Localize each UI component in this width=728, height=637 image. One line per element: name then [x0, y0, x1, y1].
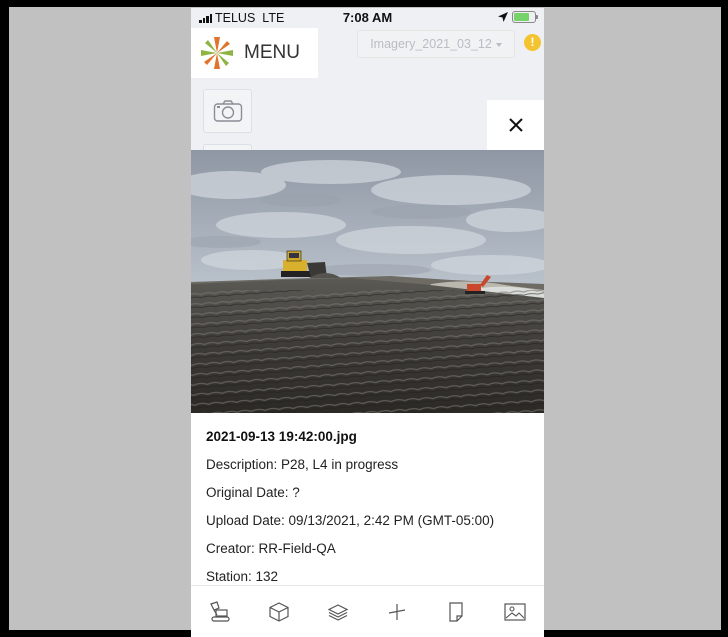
3d-view-button[interactable]	[265, 598, 293, 626]
image-icon	[503, 603, 526, 621]
measure-icon	[388, 604, 406, 620]
location-arrow-icon	[498, 12, 508, 22]
menu-label: MENU	[244, 42, 300, 63]
status-bar: TELUS LTE 7:08 AM	[191, 8, 544, 28]
document-icon	[449, 602, 463, 622]
imagery-select[interactable]: Imagery_2021_03_12	[357, 30, 515, 58]
photo-original-date: Original Date: ?	[206, 485, 300, 500]
layers-button[interactable]	[324, 598, 352, 626]
caret-down-icon	[495, 43, 502, 47]
site-photo-image	[191, 150, 544, 413]
photo-popup: 2021-09-13 19:42:00.jpg Description: P28…	[191, 150, 544, 585]
excavator-tool-button[interactable]	[206, 598, 234, 626]
imagery-select-value: Imagery_2021_03_12	[370, 37, 492, 51]
layers-icon	[327, 604, 349, 621]
photo-creator: Creator: RR-Field-QA	[206, 541, 336, 556]
camera-icon	[213, 100, 242, 122]
phone-screen: TELUS LTE 7:08 AM MENU Imagery_2021_03_1	[191, 8, 544, 637]
photo-upload-date: Upload Date: 09/13/2021, 2:42 PM (GMT-05…	[206, 513, 495, 528]
document-button[interactable]	[442, 598, 470, 626]
site-photo[interactable]	[191, 150, 544, 413]
imagery-button[interactable]	[501, 598, 529, 626]
status-right	[498, 11, 538, 23]
cube-icon	[269, 602, 289, 622]
photo-info: 2021-09-13 19:42:00.jpg Description: P28…	[206, 413, 534, 597]
bottom-toolbar	[191, 585, 544, 637]
photo-filename: 2021-09-13 19:42:00.jpg	[206, 429, 357, 444]
logo-icon	[201, 37, 233, 69]
close-icon	[508, 118, 523, 132]
camera-button[interactable]	[203, 89, 252, 133]
measure-button[interactable]	[383, 598, 411, 626]
clock: 7:08 AM	[342, 10, 393, 25]
alert-badge[interactable]: !	[524, 34, 541, 51]
excavator-icon	[210, 601, 231, 622]
battery-icon	[512, 11, 538, 23]
photo-description: Description: P28, L4 in progress	[206, 457, 399, 472]
close-button[interactable]	[487, 100, 544, 150]
menu-button[interactable]: MENU	[191, 28, 318, 78]
